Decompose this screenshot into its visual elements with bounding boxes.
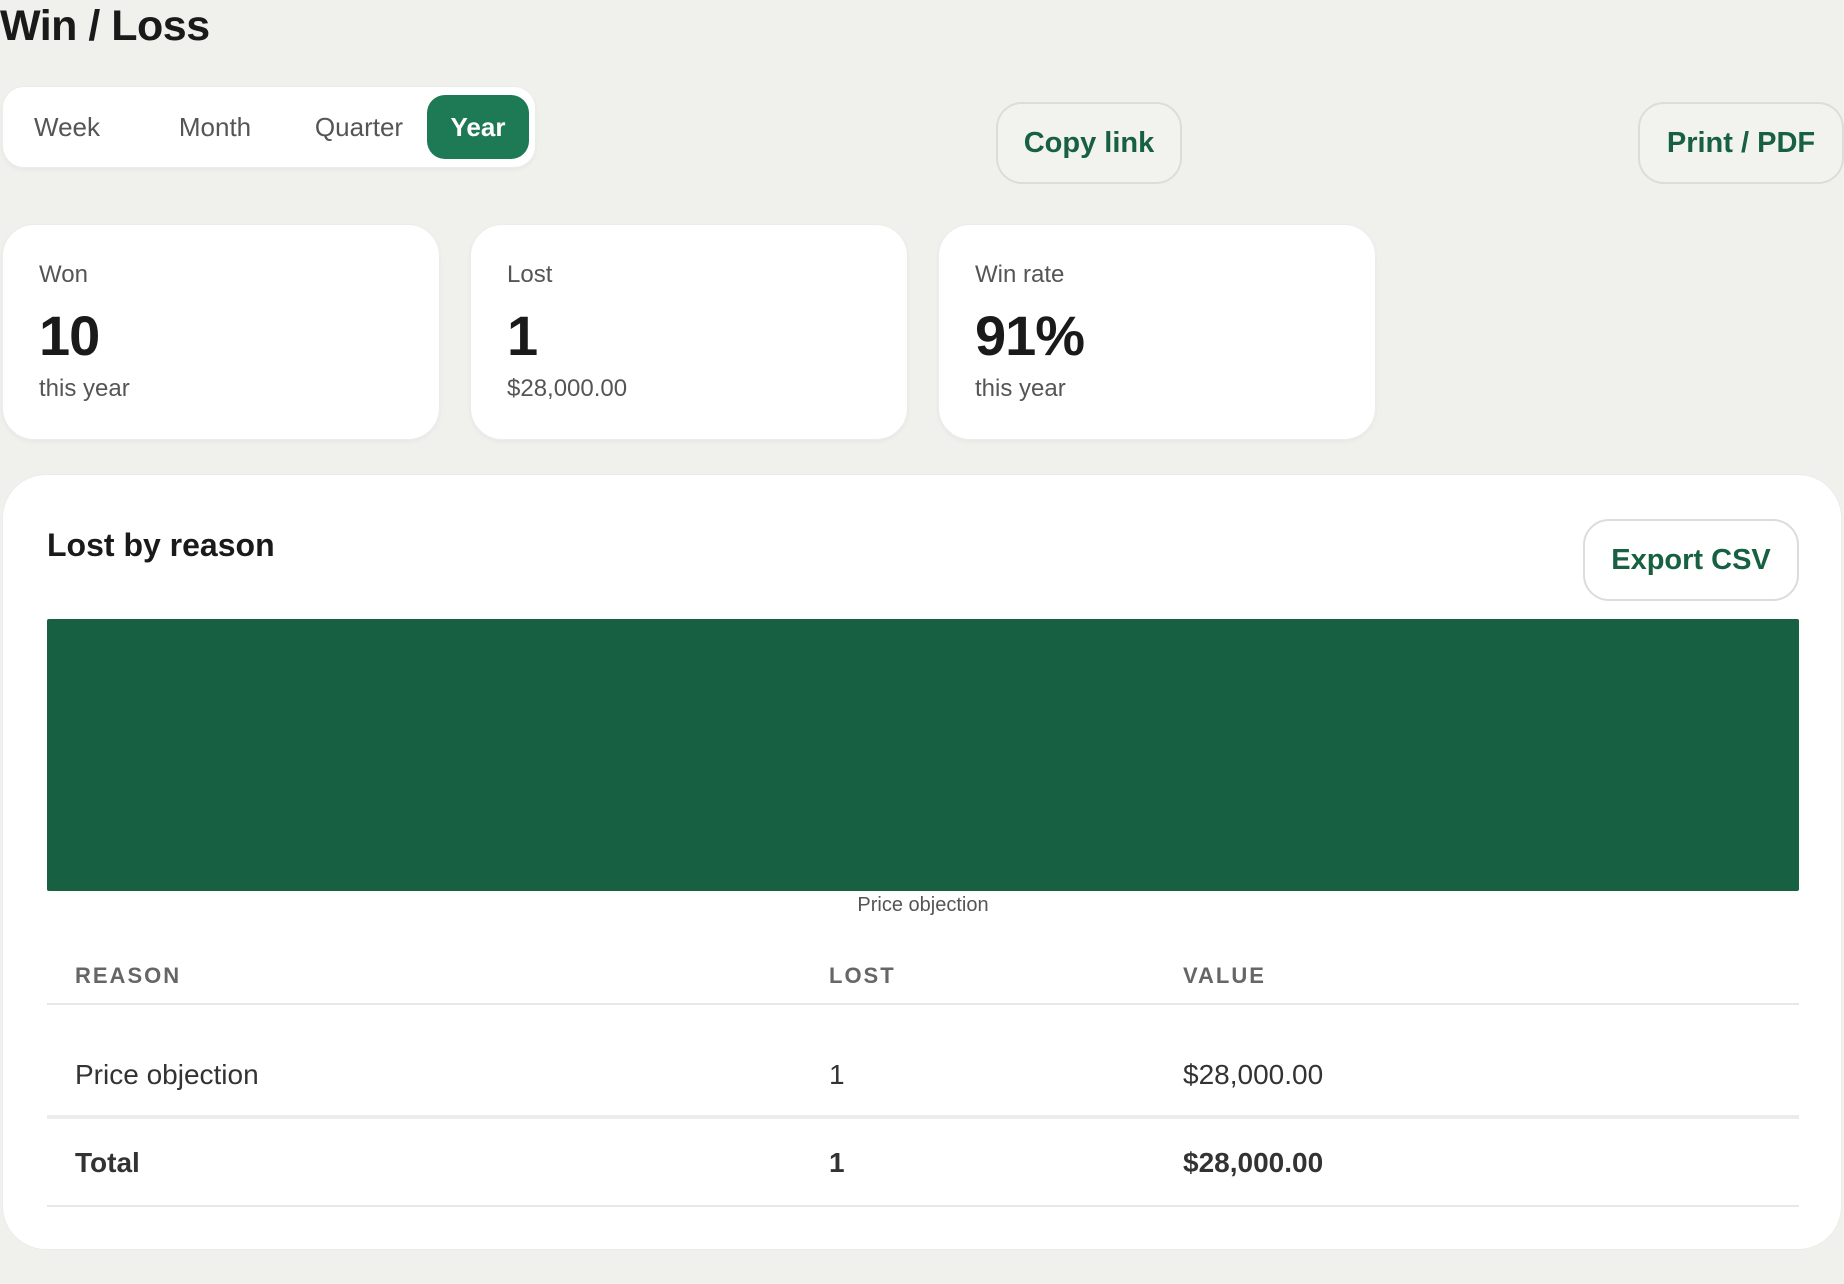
lost-card: Lost 1 $28,000.00 — [470, 224, 908, 440]
header-lost: LOST — [829, 963, 896, 988]
won-value: 10 — [39, 304, 100, 367]
tab-week[interactable]: Week — [15, 95, 119, 159]
period-tabs: Week Month Quarter Year — [2, 86, 536, 168]
header-value: VALUE — [1183, 963, 1266, 988]
won-label: Won — [39, 261, 88, 288]
total-lost: 1 — [829, 1147, 845, 1178]
lost-by-reason-panel: Lost by reason Export CSV Price objectio… — [2, 474, 1842, 1250]
bar-price-objection — [47, 619, 1799, 891]
total-row: Total 1 $28,000.00 — [47, 1119, 1799, 1207]
x-tick-label: Price objection — [857, 894, 988, 916]
header-reason: REASON — [75, 963, 182, 988]
tab-quarter[interactable]: Quarter — [293, 95, 425, 159]
lost-value: 1 — [507, 304, 538, 367]
lost-by-reason-chart: Price objection — [47, 619, 1799, 916]
cell-value: $28,000.00 — [1183, 1059, 1324, 1090]
total-value: $28,000.00 — [1183, 1147, 1324, 1178]
table-row: Price objection 1 $28,000.00 — [47, 1029, 1799, 1119]
win-rate-label: Win rate — [975, 261, 1065, 288]
tab-month[interactable]: Month — [153, 95, 277, 159]
won-card: Won 10 this year — [2, 224, 440, 440]
cell-reason: Price objection — [75, 1059, 259, 1090]
table-header: REASON LOST VALUE — [47, 943, 1799, 1005]
win-rate-subtext: this year — [975, 375, 1066, 402]
win-rate-value: 91% — [975, 304, 1085, 367]
won-subtext: this year — [39, 375, 130, 402]
win-rate-card: Win rate 91% this year — [938, 224, 1376, 440]
copy-link-button[interactable]: Copy link — [996, 102, 1182, 184]
page-title: Win / Loss — [0, 2, 210, 50]
panel-title: Lost by reason — [47, 527, 275, 563]
tab-year[interactable]: Year — [427, 95, 529, 159]
lost-label: Lost — [507, 261, 553, 288]
lost-subtext: $28,000.00 — [507, 375, 628, 402]
export-csv-button[interactable]: Export CSV — [1583, 519, 1799, 601]
total-label: Total — [75, 1147, 140, 1178]
print-pdf-button[interactable]: Print / PDF — [1638, 102, 1844, 184]
cell-lost: 1 — [829, 1059, 845, 1090]
